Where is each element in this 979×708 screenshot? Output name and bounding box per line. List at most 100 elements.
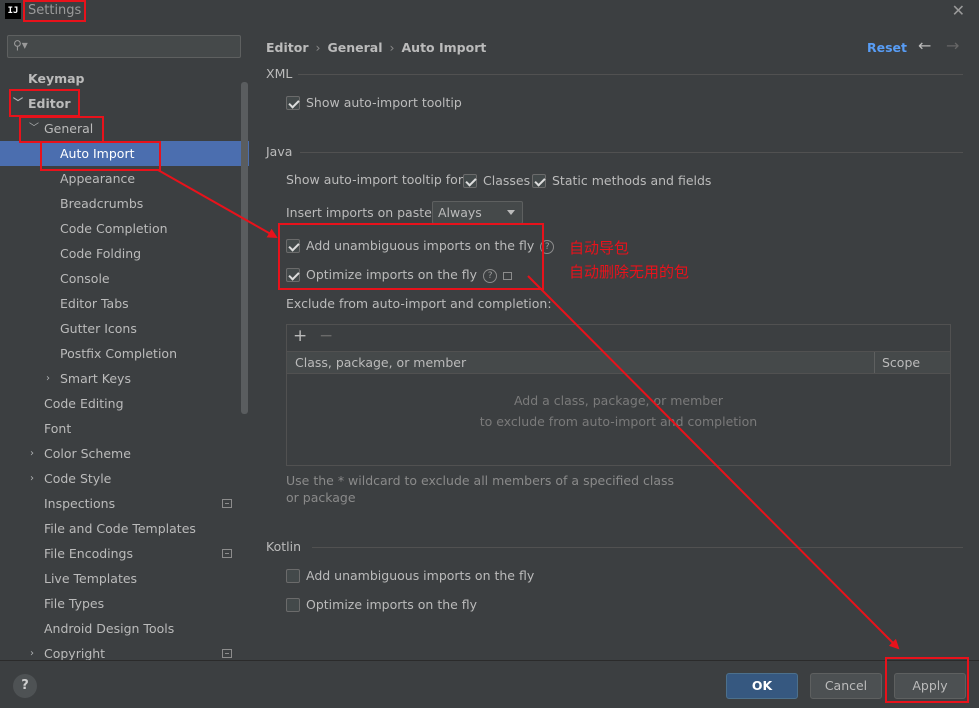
tree-item-gutter-icons[interactable]: Gutter Icons bbox=[0, 316, 249, 341]
table-header: Class, package, or member Scope bbox=[287, 351, 950, 374]
classes-checkbox[interactable]: Classes bbox=[463, 172, 533, 190]
breadcrumb-editor: Editor bbox=[266, 40, 309, 55]
annotation-text-auto-import: 自动导包 bbox=[569, 239, 630, 257]
tree-item-general[interactable]: ﹀ General bbox=[0, 116, 249, 141]
tree-item-keymap[interactable]: Keymap bbox=[0, 66, 249, 91]
breadcrumb-general: General bbox=[327, 40, 383, 55]
arrow-right-icon[interactable]: → bbox=[946, 36, 959, 55]
tree-item-editor[interactable]: ﹀ Editor bbox=[0, 91, 249, 116]
kotlin-optimize-checkbox[interactable]: Optimize imports on the fly bbox=[286, 596, 526, 614]
tree-item-smart-keys[interactable]: › Smart Keys bbox=[0, 366, 249, 391]
checkbox-label: Classes bbox=[483, 173, 531, 188]
tree-item-code-editing[interactable]: Code Editing bbox=[0, 391, 249, 416]
kotlin-section-title: Kotlin bbox=[266, 539, 301, 554]
tree-item-color-scheme[interactable]: › Color Scheme bbox=[0, 441, 249, 466]
chevron-right-icon[interactable]: › bbox=[46, 366, 50, 391]
section-divider bbox=[312, 547, 963, 548]
tree-item-label: Inspections bbox=[44, 496, 116, 511]
tree-item-android-design-tools[interactable]: Android Design Tools bbox=[0, 616, 249, 641]
tree-item-label: Code Folding bbox=[60, 246, 142, 261]
xml-show-tooltip-checkbox[interactable]: Show auto-import tooltip bbox=[286, 94, 586, 112]
tree-item-inspections[interactable]: Inspections bbox=[0, 491, 249, 516]
checkbox-label: Optimize imports on the fly bbox=[306, 267, 478, 282]
checkbox-checked[interactable] bbox=[463, 174, 477, 188]
tree-item-live-templates[interactable]: Live Templates bbox=[0, 566, 249, 591]
tree-item-file-encodings[interactable]: File Encodings bbox=[0, 541, 249, 566]
chevron-right-icon[interactable]: › bbox=[30, 641, 34, 660]
checkbox-label-wrap: Add unambiguous imports on the fly? bbox=[306, 237, 555, 255]
tree-item-editor-tabs[interactable]: Editor Tabs bbox=[0, 291, 249, 316]
empty-table-text: Add a class, package, or member bbox=[513, 393, 724, 408]
search-input[interactable]: ⚲▾ bbox=[7, 35, 241, 58]
chevron-down-icon[interactable]: ﹀ bbox=[29, 116, 39, 141]
xml-section-title: XML bbox=[266, 66, 293, 81]
column-header-scope[interactable]: Scope bbox=[882, 355, 920, 370]
chevron-right-icon[interactable]: › bbox=[30, 441, 34, 466]
tree-item-console[interactable]: Console bbox=[0, 266, 249, 291]
apply-button[interactable]: Apply bbox=[894, 673, 966, 699]
paste-select[interactable]: Always bbox=[432, 201, 523, 224]
tree-item-label: General bbox=[44, 121, 94, 136]
java-section-title: Java bbox=[266, 144, 293, 159]
reset-link[interactable]: Reset bbox=[867, 40, 907, 55]
tree-item-font[interactable]: Font bbox=[0, 416, 249, 441]
kotlin-add-unambiguous-checkbox[interactable]: Add unambiguous imports on the fly bbox=[286, 567, 556, 585]
chevron-down-icon[interactable]: ﹀ bbox=[13, 91, 23, 116]
tree-item-label: Console bbox=[60, 271, 110, 286]
breadcrumb-auto-import: Auto Import bbox=[401, 40, 487, 55]
add-icon[interactable]: + bbox=[293, 326, 307, 346]
help-icon[interactable]: ? bbox=[483, 268, 498, 283]
tree-item-label: File Types bbox=[44, 596, 105, 611]
checkbox-label: Add unambiguous imports on the fly bbox=[306, 238, 535, 253]
window-title: Settings bbox=[28, 3, 82, 18]
tree-item-code-completion[interactable]: Code Completion bbox=[0, 216, 249, 241]
tree-item-label: Color Scheme bbox=[44, 446, 131, 461]
checkbox-checked[interactable] bbox=[286, 96, 300, 110]
help-button[interactable]: ? bbox=[13, 674, 37, 698]
tree-item-code-folding[interactable]: Code Folding bbox=[0, 241, 249, 266]
tree-scrollbar[interactable] bbox=[241, 82, 248, 414]
java-add-unambiguous-checkbox[interactable]: Add unambiguous imports on the fly? bbox=[286, 237, 556, 255]
chevron-right-icon[interactable]: › bbox=[30, 466, 34, 491]
java-optimize-checkbox[interactable]: Optimize imports on the fly? bbox=[286, 266, 526, 284]
static-methods-checkbox[interactable]: Static methods and fields bbox=[532, 172, 722, 190]
column-divider bbox=[874, 352, 875, 373]
remove-icon[interactable]: − bbox=[319, 326, 333, 346]
tree-item-copyright[interactable]: › Copyright bbox=[0, 641, 249, 660]
intellij-app-icon: IJ bbox=[5, 3, 21, 19]
ok-button[interactable]: OK bbox=[726, 673, 798, 699]
tree-item-label: Editor bbox=[28, 96, 71, 111]
tree-item-postfix-completion[interactable]: Postfix Completion bbox=[0, 341, 249, 366]
tree-item-label: Font bbox=[44, 421, 72, 436]
column-header-class[interactable]: Class, package, or member bbox=[295, 355, 466, 370]
project-settings-icon bbox=[503, 271, 513, 280]
tree-item-file-and-code-templates[interactable]: File and Code Templates bbox=[0, 516, 249, 541]
checkbox-unchecked[interactable] bbox=[286, 598, 300, 612]
tree-item-label: Keymap bbox=[28, 71, 85, 86]
checkbox-label-wrap: Optimize imports on the fly? bbox=[306, 266, 513, 284]
tree-item-file-types[interactable]: File Types bbox=[0, 591, 249, 616]
checkbox-checked[interactable] bbox=[286, 239, 300, 253]
checkbox-unchecked[interactable] bbox=[286, 569, 300, 583]
arrow-left-icon[interactable]: ← bbox=[918, 36, 931, 55]
cancel-button[interactable]: Cancel bbox=[810, 673, 882, 699]
close-icon[interactable]: ✕ bbox=[952, 1, 965, 20]
checkbox-checked[interactable] bbox=[286, 268, 300, 282]
checkbox-checked[interactable] bbox=[532, 174, 546, 188]
tree-item-label: Appearance bbox=[60, 171, 136, 186]
tree-item-auto-import[interactable]: Auto Import bbox=[0, 141, 249, 166]
tree-item-code-style[interactable]: › Code Style bbox=[0, 466, 249, 491]
paste-select-value: Always bbox=[438, 205, 482, 220]
tree-item-label: Live Templates bbox=[44, 571, 138, 586]
help-icon[interactable]: ? bbox=[540, 239, 555, 254]
tree-item-appearance[interactable]: Appearance bbox=[0, 166, 249, 191]
checkbox-label: Optimize imports on the fly bbox=[306, 597, 478, 612]
checkbox-label: Show auto-import tooltip bbox=[306, 95, 462, 110]
tree-item-breadcrumbs[interactable]: Breadcrumbs bbox=[0, 191, 249, 216]
checkbox-label: Static methods and fields bbox=[552, 173, 712, 188]
chevron-right-icon: › bbox=[389, 40, 395, 55]
tree-item-label: Code Completion bbox=[60, 221, 168, 236]
wildcard-hint: Use the * wildcard to exclude all member… bbox=[286, 473, 675, 505]
tree-item-label: Breadcrumbs bbox=[60, 196, 144, 211]
tree-item-label: File Encodings bbox=[44, 546, 134, 561]
